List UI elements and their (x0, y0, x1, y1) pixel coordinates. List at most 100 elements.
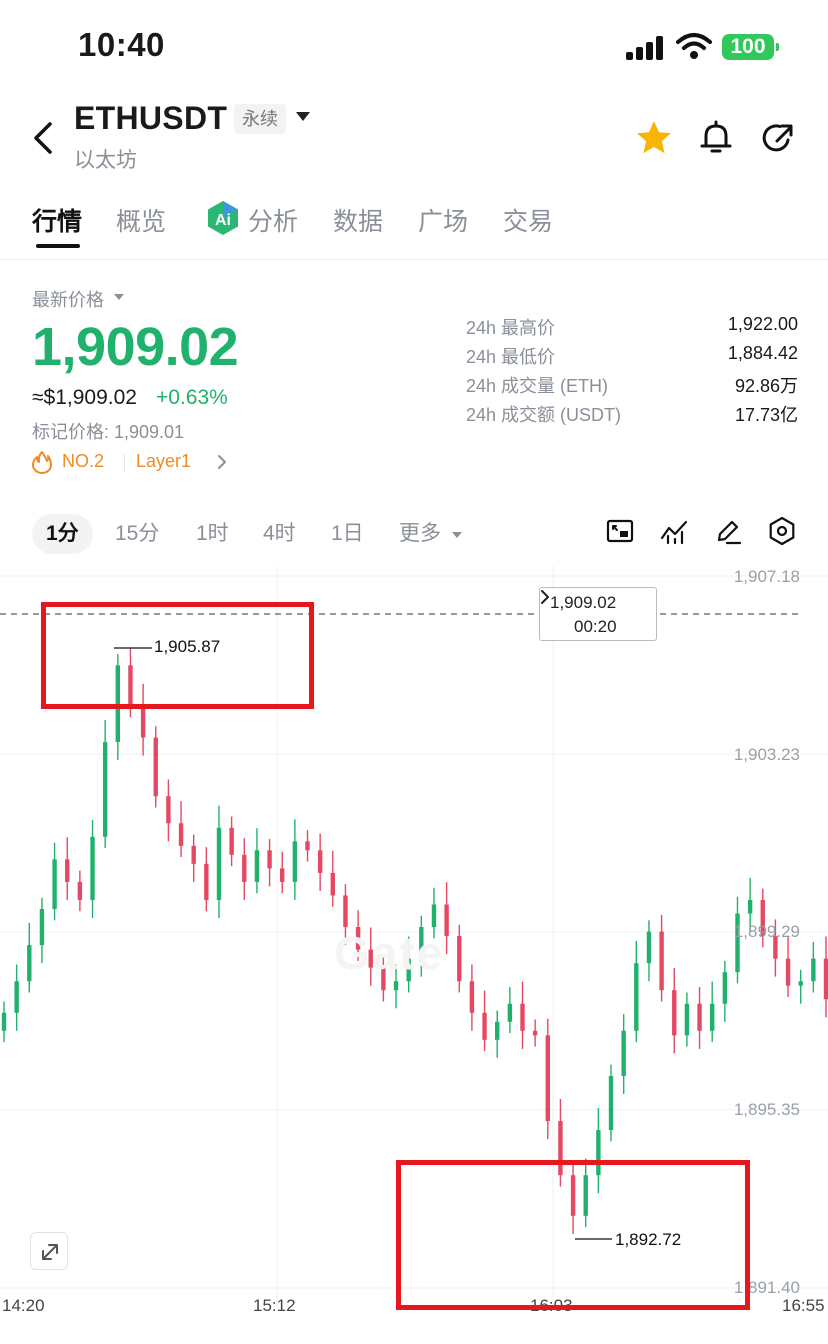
y-axis-tick: 1,907.18 (733, 567, 800, 586)
highlight-box-low (396, 1160, 750, 1310)
status-time: 10:40 (78, 26, 165, 63)
candle-body (27, 945, 32, 982)
stat-label: 24h 成交额 (USDT) (466, 405, 622, 425)
candle-body (823, 958, 828, 1000)
stat-label: 24h 最高价 (466, 318, 556, 338)
back-icon[interactable] (26, 118, 62, 158)
candle-body (798, 981, 803, 986)
candle-body (634, 963, 639, 1031)
tab-overview[interactable]: 概览 (116, 202, 166, 238)
candle-body (14, 981, 19, 1013)
candle-body (507, 1003, 513, 1022)
candle-body (545, 1035, 550, 1122)
symbol-dropdown-icon[interactable] (296, 112, 310, 121)
caret-down-icon[interactable] (452, 532, 462, 538)
expand-icon (42, 1244, 58, 1260)
svg-text:Ai: Ai (215, 212, 231, 229)
candle-body (747, 899, 753, 914)
status-bar: 10:40 100 (0, 0, 828, 92)
candle-body (709, 1003, 715, 1031)
tab-square[interactable]: 广场 (418, 202, 468, 238)
candlestick-chart[interactable]: Gate 1,907.18 1,903.23 1,899.29 1,895.35… (0, 566, 828, 1344)
candle-body (330, 872, 335, 896)
candle-body (229, 827, 234, 855)
tab-analysis[interactable]: 分析 (248, 202, 298, 238)
battery-indicator: 100 (722, 34, 779, 60)
candle-body (697, 1003, 702, 1031)
candle-body (102, 742, 108, 837)
candle-body (431, 904, 437, 928)
candle-body (343, 895, 348, 928)
stat-value: 92.86万 (734, 376, 798, 396)
y-axis-tick: 1,903.23 (733, 745, 800, 764)
stat-label: 24h 最低价 (466, 347, 556, 367)
tab-market[interactable]: 行情 (32, 202, 82, 238)
caret-down-icon[interactable] (114, 294, 124, 300)
watermark: Gate (334, 927, 445, 979)
timeframe-bar: 1分 15分 1时 4时 1日 更多 (0, 506, 828, 554)
category-label: Layer1 (136, 451, 192, 471)
stat-row: 24h 成交量 (ETH) 92.86万 (466, 372, 798, 401)
stats-24h: 24h 最高价 1,922.00 24h 最低价 1,884.42 24h 成交量 … (466, 314, 798, 430)
tab-data[interactable]: 数据 (333, 202, 383, 238)
change-percent: +0.63% (156, 386, 228, 409)
asset-name: 以太坊 (74, 149, 137, 172)
candle-body (267, 850, 272, 869)
current-price-tag[interactable]: 1,909.02 00:20 (539, 587, 657, 641)
candle-body (1, 1012, 7, 1031)
tab-trade[interactable]: 交易 (503, 202, 553, 238)
chevron-right-icon (218, 455, 226, 469)
y-axis-tick: 1,895.35 (733, 1100, 800, 1119)
latest-price-label[interactable]: 最新价格 (32, 286, 104, 312)
timeframe-4h[interactable]: 4时 (263, 514, 296, 554)
favorite-star-icon[interactable] (634, 118, 674, 158)
timeframe-more[interactable]: 更多 (399, 514, 441, 554)
candle-body (646, 931, 652, 964)
price-summary: 最新价格 1,909.02 ≈$1,909.02 +0.63% 标记价格: 1,… (0, 270, 828, 490)
stat-value: 1,922.00 (727, 314, 798, 334)
bell-icon[interactable] (696, 118, 736, 158)
x-axis-tick: 14:20 (2, 1296, 45, 1315)
hexagon-settings-icon[interactable] (767, 516, 797, 546)
candle-body (292, 841, 298, 882)
candle-body (722, 972, 728, 1004)
draw-pen-icon[interactable] (713, 516, 743, 546)
stat-label: 24h 成交量 (ETH) (466, 376, 609, 396)
candle-body (305, 841, 310, 851)
candle-body (317, 850, 323, 873)
timeframe-15m[interactable]: 15分 (115, 514, 159, 554)
stat-row: 24h 成交额 (USDT) 17.73亿 (466, 401, 798, 430)
timeframe-1d[interactable]: 1日 (331, 514, 364, 554)
symbol-title[interactable]: ETHUSDT (74, 100, 227, 137)
mark-price: 标记价格: 1,909.01 (32, 422, 185, 442)
candle-body (482, 1012, 487, 1040)
timeframe-1m[interactable]: 1分 (32, 514, 93, 554)
active-tab-underline (36, 244, 80, 248)
fullscreen-button[interactable] (30, 1232, 68, 1270)
last-price: 1,909.02 (32, 317, 239, 377)
share-icon[interactable] (758, 118, 798, 158)
timeframe-1h[interactable]: 1时 (196, 514, 229, 554)
indicators-icon[interactable] (659, 516, 689, 546)
candle-body (811, 958, 816, 982)
rank-number: NO.2 (62, 451, 105, 471)
candle-body (178, 823, 184, 846)
highlight-box-high (41, 602, 314, 709)
candle-body (672, 990, 677, 1036)
chart-settings-icon[interactable] (605, 516, 635, 546)
candle-body (254, 850, 260, 882)
signal-icon (626, 36, 666, 60)
candle-body (495, 1021, 500, 1040)
candle-body (191, 845, 196, 864)
candle-body (785, 958, 791, 986)
candle-body (520, 1003, 525, 1031)
candle-body (204, 863, 209, 900)
candle-body (393, 981, 399, 991)
current-price-value: 1,909.02 (550, 593, 617, 612)
ai-icon: Ai (208, 201, 238, 235)
candle-countdown: 00:20 (574, 617, 617, 636)
candle-body (532, 1030, 538, 1036)
candle-body (65, 859, 70, 882)
candle-body (77, 881, 83, 900)
x-axis-tick: 16:55 (782, 1296, 825, 1315)
